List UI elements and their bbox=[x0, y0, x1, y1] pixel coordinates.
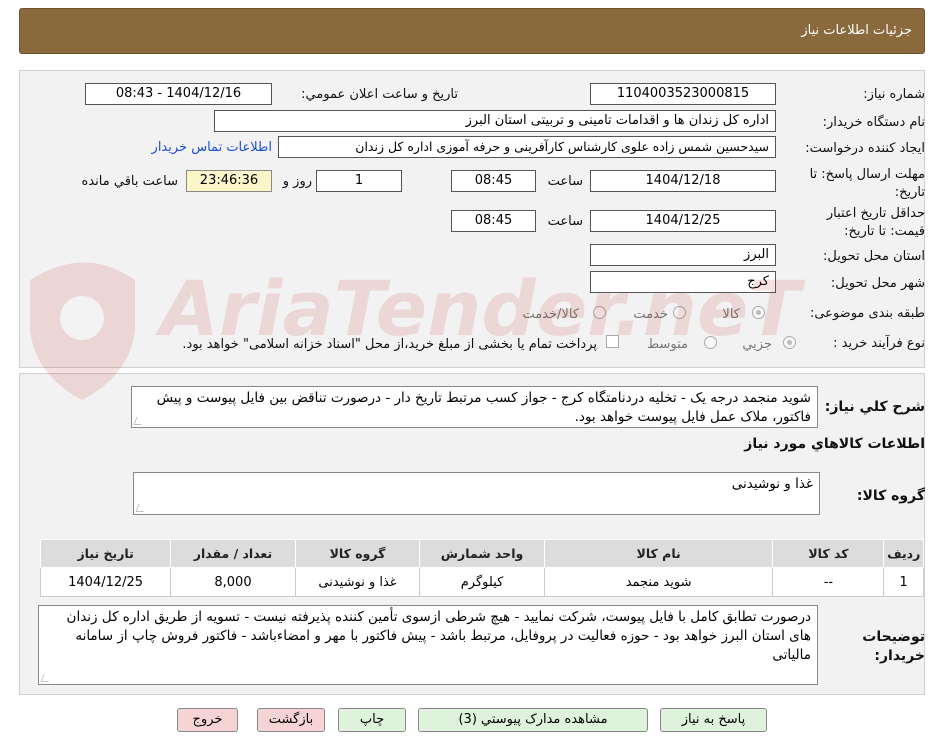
cell-quantity: 8,000 bbox=[170, 567, 296, 597]
goods-info-title: اطلاعات کالاهاي مورد نیاز bbox=[744, 436, 925, 452]
print-button[interactable]: چاپ bbox=[338, 708, 406, 732]
goods-table: ردیف کد کالا نام کالا واحد شمارش گروه کا… bbox=[39, 539, 924, 597]
buyer-notes-text: درصورت تطابق کامل با فایل پیوست، شرکت نم… bbox=[66, 609, 811, 663]
process-option-medium: متوسط bbox=[647, 337, 688, 352]
col-header-name: نام کالا bbox=[543, 539, 774, 568]
process-radio-medium[interactable] bbox=[704, 336, 717, 349]
creator-field: سیدحسین شمس زاده علوی کارشناس کارآفرینی … bbox=[278, 136, 776, 158]
process-option-minor: جزیي bbox=[742, 337, 772, 352]
validity-label: حداقل تاریخ اعتبار قیمت: تا تاریخ: bbox=[826, 206, 925, 239]
province-field: البرز bbox=[590, 244, 776, 266]
deadline-time-field: 08:45 bbox=[451, 170, 536, 192]
cell-group: غذا و نوشیدنی bbox=[294, 567, 421, 597]
deadline-label: مهلت ارسال پاسخ: تا تاریخ: bbox=[809, 167, 925, 200]
general-desc-field: شوید منجمد درجه یک - تخلیه دردنامتگاه کر… bbox=[131, 386, 818, 428]
goods-group-text: غذا و نوشیدنی bbox=[731, 476, 813, 492]
category-option-service: خدمت bbox=[633, 307, 668, 322]
remaining-time-field: 23:46:36 bbox=[186, 170, 272, 192]
general-desc-label: شرح کلي نیاز: bbox=[824, 399, 925, 415]
general-desc-text: شوید منجمد درجه یک - تخلیه دردنامتگاه کر… bbox=[156, 390, 811, 425]
province-label: استان محل تحویل: bbox=[823, 249, 925, 264]
deadline-time-label: ساعت bbox=[547, 174, 583, 189]
col-header-quantity: تعداد / مقدار bbox=[170, 539, 296, 568]
goods-group-label: گروه کالا: bbox=[856, 488, 925, 504]
col-header-row-number: ردیف bbox=[883, 539, 924, 568]
resize-grip-icon[interactable] bbox=[40, 674, 52, 682]
col-header-unit: واحد شمارش bbox=[419, 539, 545, 568]
cell-code: -- bbox=[772, 567, 885, 597]
category-option-goods: کالا bbox=[722, 307, 740, 322]
payment-note: پرداخت تمام یا بخشی از مبلغ خرید،از محل … bbox=[182, 337, 597, 352]
page-header: جزئیات اطلاعات نیاز bbox=[19, 8, 925, 54]
col-header-group: گروه کالا bbox=[294, 539, 421, 568]
process-label: نوع فرآیند خرید : bbox=[833, 336, 925, 351]
need-number-field: 1104003523000815 bbox=[590, 83, 776, 105]
table-row: 1 -- شوید منجمد کیلوگرم غذا و نوشیدنی 8,… bbox=[39, 567, 924, 597]
resize-grip-icon[interactable] bbox=[135, 504, 147, 512]
announce-field: 1404/12/16 - 08:43 bbox=[85, 83, 272, 105]
announce-label: تاریخ و ساعت اعلان عمومي: bbox=[301, 87, 458, 102]
remaining-label: ساعت باقي مانده bbox=[81, 174, 178, 189]
city-label: شهر محل تحویل: bbox=[830, 276, 925, 291]
buyer-contact-link[interactable]: اطلاعات تماس خریدار bbox=[152, 140, 272, 155]
category-radio-goods[interactable] bbox=[752, 306, 765, 319]
cell-unit: کیلوگرم bbox=[419, 567, 545, 597]
need-number-label: شماره نیاز: bbox=[863, 87, 925, 102]
days-label: روز و bbox=[282, 174, 312, 189]
reply-button[interactable]: پاسخ به نیاز bbox=[660, 708, 767, 732]
validity-time-label: ساعت bbox=[547, 214, 583, 229]
treasury-checkbox[interactable] bbox=[606, 335, 619, 348]
col-header-date: تاریخ نیاز bbox=[39, 539, 172, 568]
buyer-notes-field: درصورت تطابق کامل با فایل پیوست، شرکت نم… bbox=[38, 605, 818, 685]
days-field: 1 bbox=[316, 170, 402, 192]
page-title: جزئیات اطلاعات نیاز bbox=[801, 23, 912, 38]
buyer-notes-label: توضیحات خریدار: bbox=[862, 629, 925, 664]
city-field: کرج bbox=[590, 271, 776, 293]
category-option-goods-service: کالا/خدمت bbox=[522, 307, 579, 322]
creator-label: ایجاد کننده درخواست: bbox=[805, 141, 925, 156]
category-radio-goods-service[interactable] bbox=[593, 306, 606, 319]
deadline-date-field: 1404/12/18 bbox=[590, 170, 776, 192]
buyer-field: اداره کل زندان ها و اقدامات تامینی و ترب… bbox=[214, 110, 776, 132]
cell-row-number: 1 bbox=[883, 567, 924, 597]
table-header-row: ردیف کد کالا نام کالا واحد شمارش گروه کا… bbox=[39, 539, 924, 568]
exit-button[interactable]: خروج bbox=[177, 708, 238, 732]
validity-date-field: 1404/12/25 bbox=[590, 210, 776, 232]
resize-grip-icon[interactable] bbox=[133, 417, 145, 425]
process-radio-minor[interactable] bbox=[783, 336, 796, 349]
goods-group-field: غذا و نوشیدنی bbox=[133, 472, 820, 515]
buyer-label: نام دستگاه خریدار: bbox=[822, 115, 925, 130]
cell-name: شوید منجمد bbox=[543, 567, 774, 597]
category-label: طبقه بندی موضوعی: bbox=[809, 306, 925, 321]
cell-date: 1404/12/25 bbox=[39, 567, 172, 597]
back-button[interactable]: بازگشت bbox=[257, 708, 325, 732]
category-radio-service[interactable] bbox=[673, 306, 686, 319]
col-header-code: کد کالا bbox=[772, 539, 885, 568]
view-documents-button[interactable]: مشاهده مدارک پیوستي (3) bbox=[418, 708, 648, 732]
validity-time-field: 08:45 bbox=[451, 210, 536, 232]
